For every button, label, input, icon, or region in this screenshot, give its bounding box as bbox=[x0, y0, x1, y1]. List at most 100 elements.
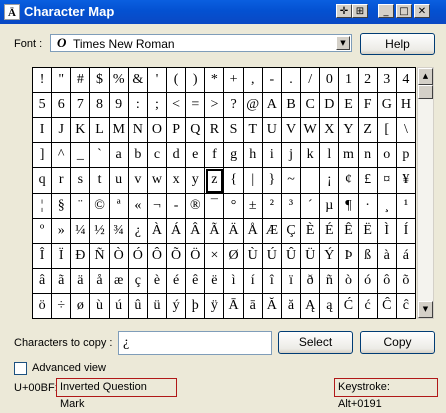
character-cell[interactable]: F bbox=[358, 93, 378, 119]
character-cell[interactable]: U bbox=[262, 118, 282, 144]
character-cell[interactable]: > bbox=[205, 93, 225, 119]
character-cell[interactable]: ¶ bbox=[339, 193, 359, 219]
character-cell[interactable]: · bbox=[358, 193, 378, 219]
character-cell[interactable]: ø bbox=[71, 293, 91, 319]
character-cell[interactable]: ý bbox=[167, 293, 187, 319]
character-cell[interactable]: v bbox=[128, 168, 148, 194]
character-cell[interactable]: P bbox=[167, 118, 187, 144]
character-cell[interactable]: Þ bbox=[339, 243, 359, 269]
character-cell[interactable]: ~ bbox=[281, 168, 302, 194]
character-cell[interactable]: å bbox=[90, 268, 110, 294]
character-cell[interactable]: 9 bbox=[109, 93, 129, 119]
character-cell[interactable]: Ô bbox=[147, 243, 168, 269]
character-cell[interactable]: O bbox=[147, 118, 168, 144]
character-cell[interactable]: B bbox=[281, 93, 302, 119]
character-cell[interactable]: ê bbox=[186, 268, 206, 294]
character-cell[interactable]: b bbox=[128, 143, 148, 169]
character-cell[interactable]: R bbox=[205, 118, 225, 144]
character-cell[interactable]: ¢ bbox=[339, 168, 359, 194]
character-cell[interactable]: Ĉ bbox=[377, 293, 397, 319]
character-cell[interactable]: Q bbox=[186, 118, 206, 144]
character-cell[interactable]: ĉ bbox=[396, 293, 416, 319]
character-cell[interactable]: 3 bbox=[377, 68, 397, 94]
character-cell[interactable]: / bbox=[301, 68, 321, 94]
character-cell[interactable]: ´ bbox=[301, 193, 321, 219]
character-cell[interactable]: K bbox=[71, 118, 91, 144]
character-cell[interactable]: Í bbox=[396, 218, 416, 244]
character-cell[interactable]: ' bbox=[147, 68, 168, 94]
character-cell[interactable]: ā bbox=[243, 293, 263, 319]
character-cell[interactable]: Û bbox=[281, 243, 302, 269]
character-cell[interactable]: Â bbox=[186, 218, 206, 244]
character-cell[interactable]: ± bbox=[243, 193, 263, 219]
character-cell[interactable]: S bbox=[224, 118, 244, 144]
character-cell[interactable]: Z bbox=[358, 118, 378, 144]
character-cell[interactable]: ¦ bbox=[33, 193, 53, 219]
character-cell[interactable]: § bbox=[52, 193, 72, 219]
character-cell[interactable]: × bbox=[205, 243, 225, 269]
character-cell[interactable]: ÿ bbox=[205, 293, 225, 319]
character-cell[interactable]: Ý bbox=[320, 243, 340, 269]
character-cell[interactable]: ° bbox=[224, 193, 244, 219]
character-cell[interactable]: ¯ bbox=[205, 193, 225, 219]
character-cell[interactable]: { bbox=[224, 168, 244, 194]
character-cell[interactable]: a bbox=[109, 143, 129, 169]
character-cell[interactable]: n bbox=[358, 143, 378, 169]
character-cell[interactable]: p bbox=[396, 143, 416, 169]
character-cell[interactable]: _ bbox=[71, 143, 91, 169]
character-cell[interactable]: ¨ bbox=[71, 193, 91, 219]
character-cell[interactable]: î bbox=[262, 268, 282, 294]
character-cell[interactable]: ÷ bbox=[52, 293, 72, 319]
character-cell[interactable]: g bbox=[224, 143, 244, 169]
character-cell[interactable]: ¡ bbox=[320, 168, 340, 194]
character-cell[interactable]: z bbox=[205, 168, 225, 194]
character-cell[interactable]: I bbox=[33, 118, 53, 144]
pin-icon[interactable]: ⊞ bbox=[352, 4, 368, 18]
character-cell[interactable]: Ú bbox=[262, 243, 282, 269]
character-cell[interactable]: | bbox=[243, 168, 263, 194]
character-cell[interactable]: Î bbox=[33, 243, 53, 269]
character-cell[interactable]: Ć bbox=[339, 293, 359, 319]
character-cell[interactable]: ® bbox=[186, 193, 206, 219]
character-cell[interactable]: É bbox=[320, 218, 340, 244]
character-cell[interactable]: W bbox=[301, 118, 321, 144]
character-cell[interactable]: l bbox=[320, 143, 340, 169]
maximize-button[interactable]: □ bbox=[396, 4, 412, 18]
character-cell[interactable]: k bbox=[301, 143, 321, 169]
character-cell[interactable]: 5 bbox=[33, 93, 53, 119]
character-cell[interactable]: í bbox=[243, 268, 263, 294]
character-cell[interactable]: æ bbox=[109, 268, 129, 294]
character-cell[interactable]: 6 bbox=[52, 93, 72, 119]
character-cell[interactable]: ] bbox=[33, 143, 53, 169]
character-cell[interactable]: u bbox=[109, 168, 129, 194]
character-cell[interactable]: © bbox=[90, 193, 110, 219]
character-cell[interactable]: ã bbox=[52, 268, 72, 294]
character-cell[interactable]: Ï bbox=[52, 243, 72, 269]
character-cell[interactable]: Ù bbox=[243, 243, 263, 269]
character-cell[interactable]: ¹ bbox=[396, 193, 416, 219]
scroll-thumb[interactable] bbox=[418, 85, 433, 99]
character-cell[interactable]: = bbox=[186, 93, 206, 119]
character-cell[interactable]: Ì bbox=[377, 218, 397, 244]
character-cell[interactable]: è bbox=[147, 268, 168, 294]
character-cell[interactable]: » bbox=[52, 218, 72, 244]
character-cell[interactable]: s bbox=[71, 168, 91, 194]
character-cell[interactable]: ; bbox=[147, 93, 168, 119]
character-cell[interactable]: ` bbox=[90, 143, 110, 169]
character-cell[interactable]: ¿ bbox=[128, 218, 148, 244]
character-cell[interactable]: Á bbox=[167, 218, 187, 244]
character-cell[interactable]: ä bbox=[71, 268, 91, 294]
character-cell[interactable]: ^ bbox=[52, 143, 72, 169]
character-cell[interactable]: c bbox=[147, 143, 168, 169]
character-cell[interactable]: µ bbox=[320, 193, 340, 219]
character-cell[interactable]: ¸ bbox=[377, 193, 397, 219]
character-cell[interactable]: * bbox=[205, 68, 225, 94]
character-cell[interactable]: Ą bbox=[301, 293, 321, 319]
character-cell[interactable]: . bbox=[281, 68, 302, 94]
character-cell[interactable]: G bbox=[377, 93, 397, 119]
character-cell[interactable]: º bbox=[33, 218, 53, 244]
character-cell[interactable]: ¬ bbox=[147, 193, 168, 219]
character-cell[interactable]: û bbox=[128, 293, 148, 319]
character-cell[interactable]: à bbox=[377, 243, 397, 269]
character-cell[interactable]: ) bbox=[186, 68, 206, 94]
